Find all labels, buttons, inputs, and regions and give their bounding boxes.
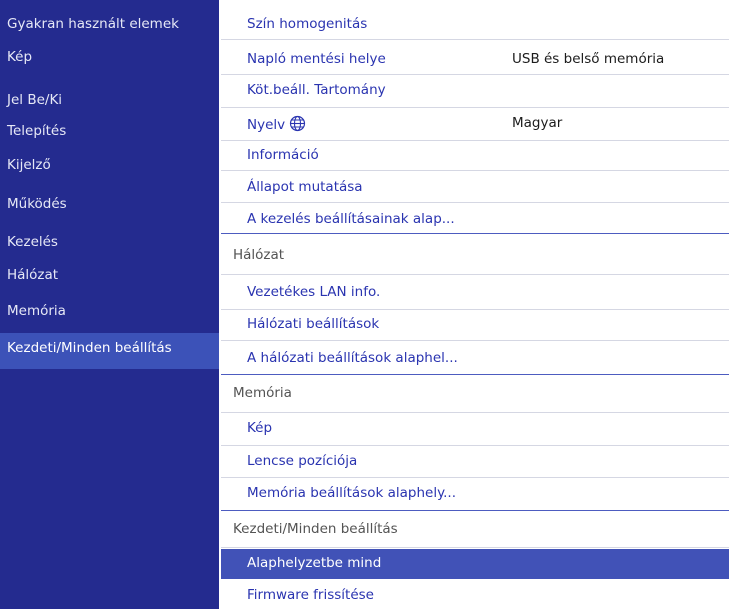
section-header-initial-all-settings: Kezdeti/Minden beállítás bbox=[221, 512, 729, 548]
sidebar-item-image[interactable]: Kép bbox=[0, 46, 219, 68]
sidebar: Gyakran használt elemek Kép Jel Be/Ki Te… bbox=[0, 0, 219, 609]
section-header-label: Memória bbox=[233, 385, 292, 401]
row-language-label-wrap: Nyelv bbox=[247, 115, 306, 133]
row-memory-image[interactable]: Kép bbox=[221, 414, 729, 446]
row-label: Memória beállítások alaphely... bbox=[247, 485, 457, 501]
row-log-save-location[interactable]: Napló mentési helye USB és belső memória bbox=[221, 45, 729, 75]
sidebar-item-memory[interactable]: Memória bbox=[0, 300, 219, 322]
globe-icon bbox=[290, 115, 306, 132]
row-show-status[interactable]: Állapot mutatása bbox=[221, 173, 729, 203]
row-wired-lan-info[interactable]: Vezetékes LAN info. bbox=[221, 276, 729, 310]
row-label: Nyelv bbox=[247, 117, 286, 133]
row-label: Szín homogenitás bbox=[247, 16, 368, 32]
row-label: Firmware frissítése bbox=[247, 587, 374, 603]
sidebar-item-management[interactable]: Kezelés bbox=[0, 231, 219, 253]
row-value: Magyar bbox=[512, 115, 563, 131]
section-header-label: Hálózat bbox=[233, 247, 285, 263]
row-language[interactable]: Nyelv Magyar bbox=[221, 109, 729, 141]
sidebar-item-display[interactable]: Kijelző bbox=[0, 154, 219, 176]
section-header-memory: Memória bbox=[221, 376, 729, 413]
row-label: Hálózati beállítások bbox=[247, 316, 380, 332]
row-label: Köt.beáll. Tartomány bbox=[247, 82, 386, 98]
row-label: Alaphelyzetbe mind bbox=[247, 555, 382, 571]
row-label: A hálózati beállítások alaphel... bbox=[247, 350, 458, 366]
row-lens-position[interactable]: Lencse pozíciója bbox=[221, 447, 729, 478]
row-value: USB és belső memória bbox=[512, 51, 665, 67]
sidebar-item-network[interactable]: Hálózat bbox=[0, 264, 219, 286]
sidebar-item-signal[interactable]: Jel Be/Ki bbox=[0, 89, 219, 111]
row-label: Napló mentési helye bbox=[247, 51, 386, 67]
row-label: Információ bbox=[247, 147, 319, 163]
row-label: Vezetékes LAN info. bbox=[247, 284, 381, 300]
row-reset-all[interactable]: Alaphelyzetbe mind bbox=[221, 549, 729, 579]
row-firmware-update[interactable]: Firmware frissítése bbox=[221, 580, 729, 609]
row-reset-operation-settings[interactable]: A kezelés beállításainak alap... bbox=[221, 205, 729, 234]
sidebar-item-installation[interactable]: Telepítés bbox=[0, 120, 219, 142]
sidebar-item-favorites[interactable]: Gyakran használt elemek bbox=[0, 13, 219, 35]
row-link-settings-range[interactable]: Köt.beáll. Tartomány bbox=[221, 78, 729, 108]
sidebar-item-initial-all-settings[interactable]: Kezdeti/Minden beállítás bbox=[0, 333, 219, 369]
row-network-settings[interactable]: Hálózati beállítások bbox=[221, 311, 729, 341]
section-header-label: Kezdeti/Minden beállítás bbox=[233, 521, 398, 537]
row-label: Állapot mutatása bbox=[247, 179, 363, 195]
row-reset-memory-settings[interactable]: Memória beállítások alaphely... bbox=[221, 479, 729, 511]
settings-list: Szín homogenitás Napló mentési helye USB… bbox=[221, 0, 729, 609]
row-label: Lencse pozíciója bbox=[247, 453, 358, 469]
row-information[interactable]: Információ bbox=[221, 141, 729, 171]
sidebar-item-operation[interactable]: Működés bbox=[0, 193, 219, 215]
row-label: A kezelés beállításainak alap... bbox=[247, 211, 455, 227]
row-label: Kép bbox=[247, 420, 273, 436]
row-color-uniformity[interactable]: Szín homogenitás bbox=[221, 10, 729, 40]
row-reset-network-settings[interactable]: A hálózati beállítások alaphel... bbox=[221, 342, 729, 375]
section-header-network: Hálózat bbox=[221, 235, 729, 275]
